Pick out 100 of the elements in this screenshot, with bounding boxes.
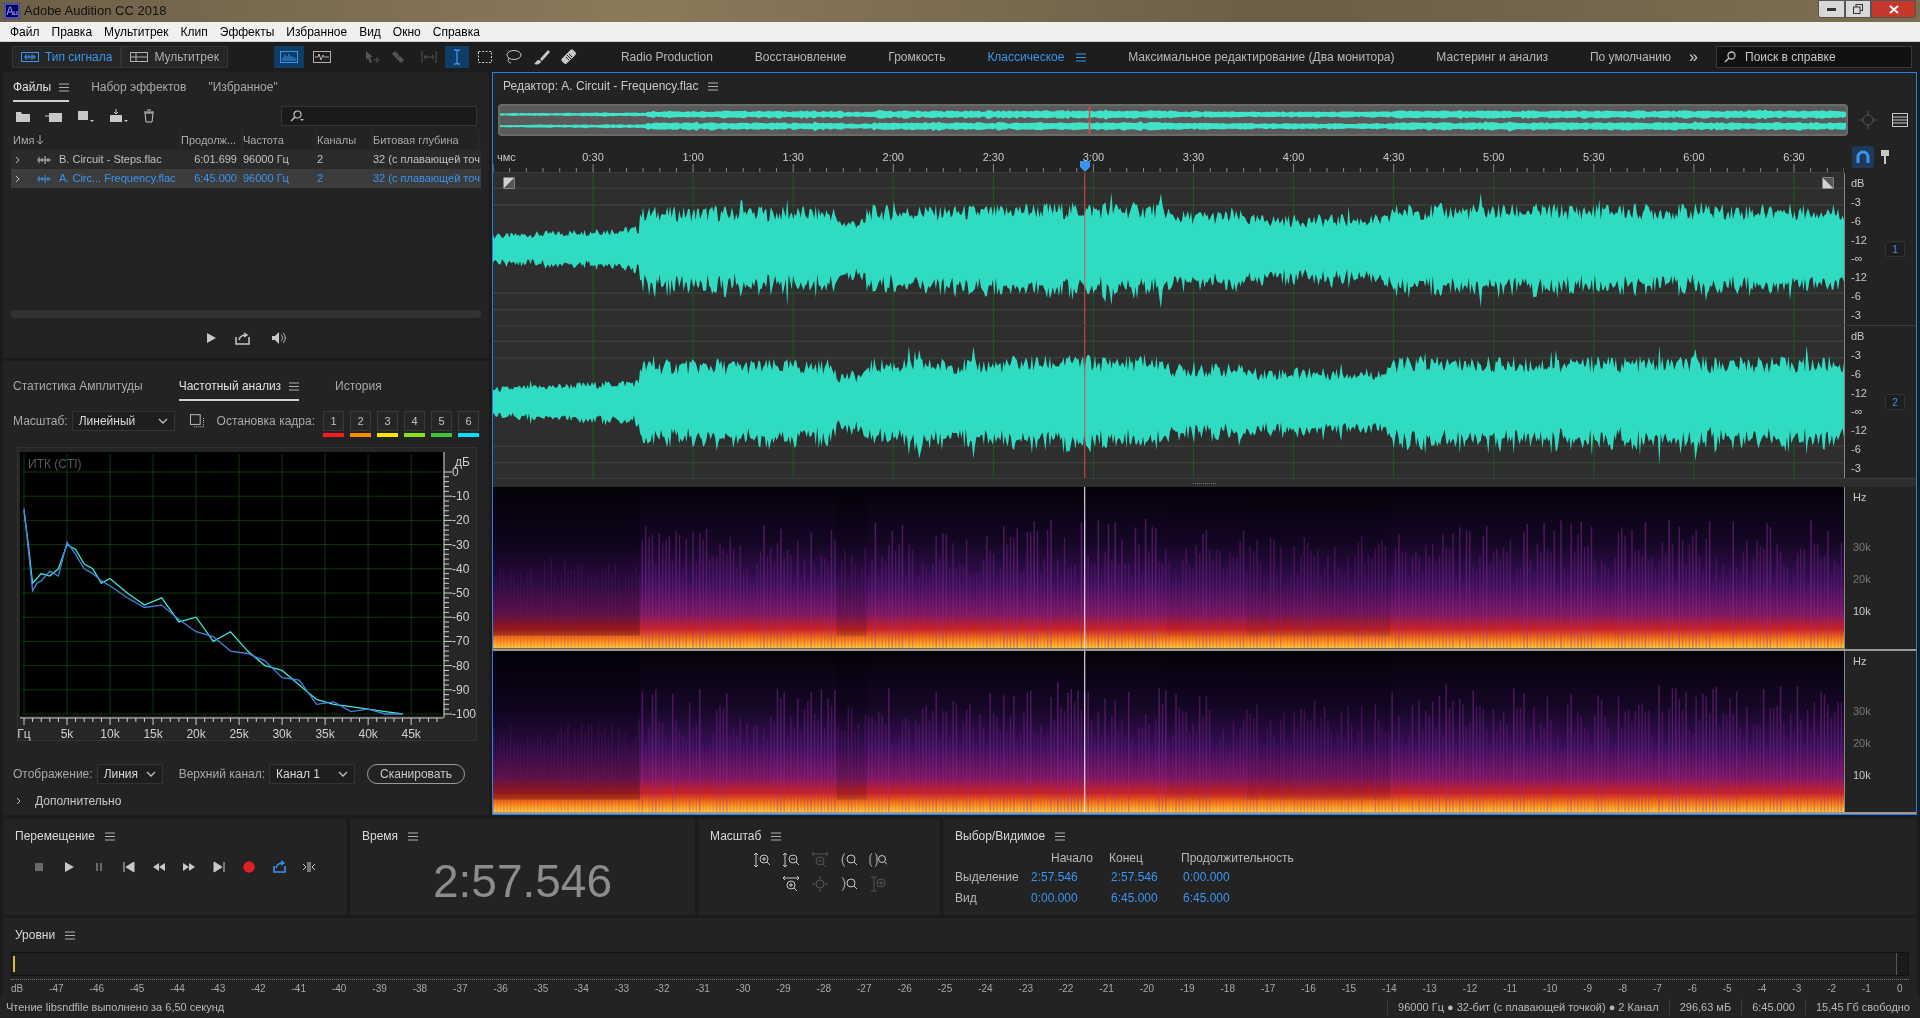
list-icon[interactable]: [1892, 113, 1908, 127]
column-header[interactable]: Каналы: [317, 131, 357, 149]
overview-waveform-drawing[interactable]: [500, 106, 1846, 134]
export-icon[interactable]: [235, 331, 251, 345]
time-value[interactable]: 6:45.000: [1103, 888, 1175, 909]
close-button[interactable]: [1871, 0, 1916, 18]
scale-label: -3: [1851, 308, 1862, 321]
menu-icon[interactable]: [59, 82, 70, 92]
freeze-frame-button[interactable]: 1: [323, 411, 344, 431]
column-header[interactable]: Продолж...: [181, 131, 237, 149]
freeze-frame-button[interactable]: 4: [404, 411, 425, 431]
trash-icon[interactable]: [143, 109, 155, 123]
play-icon[interactable]: [205, 332, 217, 344]
corner-toggle-icon[interactable]: [503, 177, 515, 189]
workspace-tab[interactable]: Максимальное редактирование (Два монитора): [1128, 48, 1395, 66]
menu-icon[interactable]: [708, 81, 719, 91]
spectrogram-drawing[interactable]: [493, 487, 1844, 649]
maximize-button[interactable]: [1845, 0, 1871, 18]
channel-dropdown[interactable]: Канал 1: [269, 764, 356, 784]
menu-item[interactable]: Клип: [174, 22, 214, 41]
menu-item[interactable]: Вид: [353, 22, 387, 41]
mode-tab[interactable]: Тип сигнала: [12, 46, 122, 68]
menu-item[interactable]: Избранное: [280, 22, 354, 41]
menu-item[interactable]: Мультитрек: [98, 22, 175, 41]
scale-label: -21: [1099, 982, 1114, 996]
workspace-tab[interactable]: Radio Production: [620, 48, 713, 66]
search-field[interactable]: [281, 106, 477, 126]
zoom-button[interactable]: [840, 851, 858, 869]
record-icon: [242, 860, 256, 874]
expand-chevron-icon[interactable]: [15, 155, 21, 164]
panel-tab[interactable]: Набор эффектов: [91, 78, 187, 102]
menu-item[interactable]: Правка: [45, 22, 99, 41]
corner-toggle-icon[interactable]: [1822, 177, 1834, 189]
file-row[interactable]: B. Circuit - Steps.flac 6:01.699 96000 Гц 2 32 (с плавающей точ: [11, 150, 481, 169]
freeze-frame-button[interactable]: 5: [431, 411, 452, 431]
fast-forward-icon: [182, 860, 196, 874]
scale-label: -12: [1851, 233, 1868, 246]
menu-icon[interactable]: [408, 831, 419, 841]
speaker-icon[interactable]: [269, 331, 287, 345]
column-header[interactable]: Имя: [13, 131, 35, 149]
scale-label: -47: [49, 982, 64, 996]
panel-tab[interactable]: Частотный анализ: [178, 377, 300, 401]
time-value[interactable]: 6:45.000: [1175, 888, 1295, 909]
menu-item[interactable]: Справка: [426, 22, 486, 41]
display-dropdown[interactable]: Линия: [96, 764, 163, 784]
advanced-section-toggle[interactable]: Дополнительно: [3, 787, 489, 815]
zoom-button[interactable]: [782, 875, 800, 893]
marker-pin-icon[interactable]: [1880, 149, 1890, 165]
zoom-button[interactable]: [782, 851, 800, 869]
file-row[interactable]: A. Circ... Frequency.flac 6:45.000 96000 Гц 2 32 (с плавающей точ: [11, 169, 481, 188]
zoom-button[interactable]: [840, 875, 858, 893]
more-workspaces-button[interactable]: »: [1681, 45, 1706, 69]
snap-button[interactable]: [1852, 146, 1874, 168]
workspace-tab[interactable]: Восстановление: [754, 48, 847, 66]
new-file-icon[interactable]: [77, 109, 95, 123]
column-header[interactable]: Частота: [243, 131, 284, 149]
zoom-selection-icon: [869, 875, 887, 893]
panel-tab[interactable]: Статистика Амплитуды: [13, 377, 143, 401]
workspace-tab[interactable]: Классическое: [987, 48, 1087, 66]
spectral-view-button[interactable]: [273, 46, 304, 68]
scale-dropdown[interactable]: Линейный: [71, 411, 176, 431]
waveform-drawing[interactable]: [493, 173, 1844, 325]
insert-icon[interactable]: [109, 109, 129, 123]
folder-icon[interactable]: [15, 109, 31, 123]
menu-item[interactable]: Эффекты: [213, 22, 281, 41]
menu-item[interactable]: Файл: [4, 22, 46, 41]
panel-tab[interactable]: История: [335, 377, 382, 401]
splitter-handle[interactable]: [493, 479, 1916, 487]
menu-icon[interactable]: [65, 930, 76, 940]
zoom-button[interactable]: [869, 851, 887, 869]
mode-tab[interactable]: Мультитрек: [121, 46, 228, 68]
frame-select-icon[interactable]: [189, 413, 205, 429]
time-label: 1:30: [782, 150, 804, 165]
panel-tab[interactable]: "Избранное": [208, 78, 278, 102]
waveform-drawing[interactable]: [493, 326, 1844, 478]
menu-icon[interactable]: [1076, 52, 1087, 62]
menu-item[interactable]: Окно: [386, 22, 427, 41]
channel-badge[interactable]: 2: [1885, 394, 1905, 410]
freeze-frame-button[interactable]: 6: [458, 411, 479, 431]
time-value[interactable]: 0:00.000: [1175, 867, 1295, 888]
column-header[interactable]: Битовая глубина: [373, 131, 459, 149]
workspace-tab[interactable]: Мастеринг и анализ: [1436, 48, 1549, 66]
workspace-tab[interactable]: Громкость: [888, 48, 946, 66]
menu-icon[interactable]: [105, 831, 115, 841]
freeze-frame-button[interactable]: 2: [350, 411, 371, 431]
time-value[interactable]: 2:57.546: [1031, 867, 1103, 888]
minimize-button[interactable]: [1818, 0, 1845, 18]
zoom-button[interactable]: [753, 851, 771, 869]
menu-icon[interactable]: [289, 381, 300, 391]
menu-icon[interactable]: [771, 831, 782, 841]
panel-tab[interactable]: Файлы: [13, 78, 70, 102]
workspace-tab[interactable]: По умолчанию: [1589, 48, 1672, 66]
expand-chevron-icon[interactable]: [15, 174, 21, 183]
time-value[interactable]: 0:00.000: [1031, 888, 1103, 909]
spectrogram-drawing[interactable]: [493, 650, 1844, 812]
time-value[interactable]: 2:57.546: [1103, 867, 1175, 888]
channel-badge[interactable]: 1: [1885, 241, 1905, 257]
freeze-frame-button[interactable]: 3: [377, 411, 398, 431]
menu-icon[interactable]: [1055, 831, 1066, 841]
search-field[interactable]: Поиск в справке: [1716, 46, 1912, 68]
